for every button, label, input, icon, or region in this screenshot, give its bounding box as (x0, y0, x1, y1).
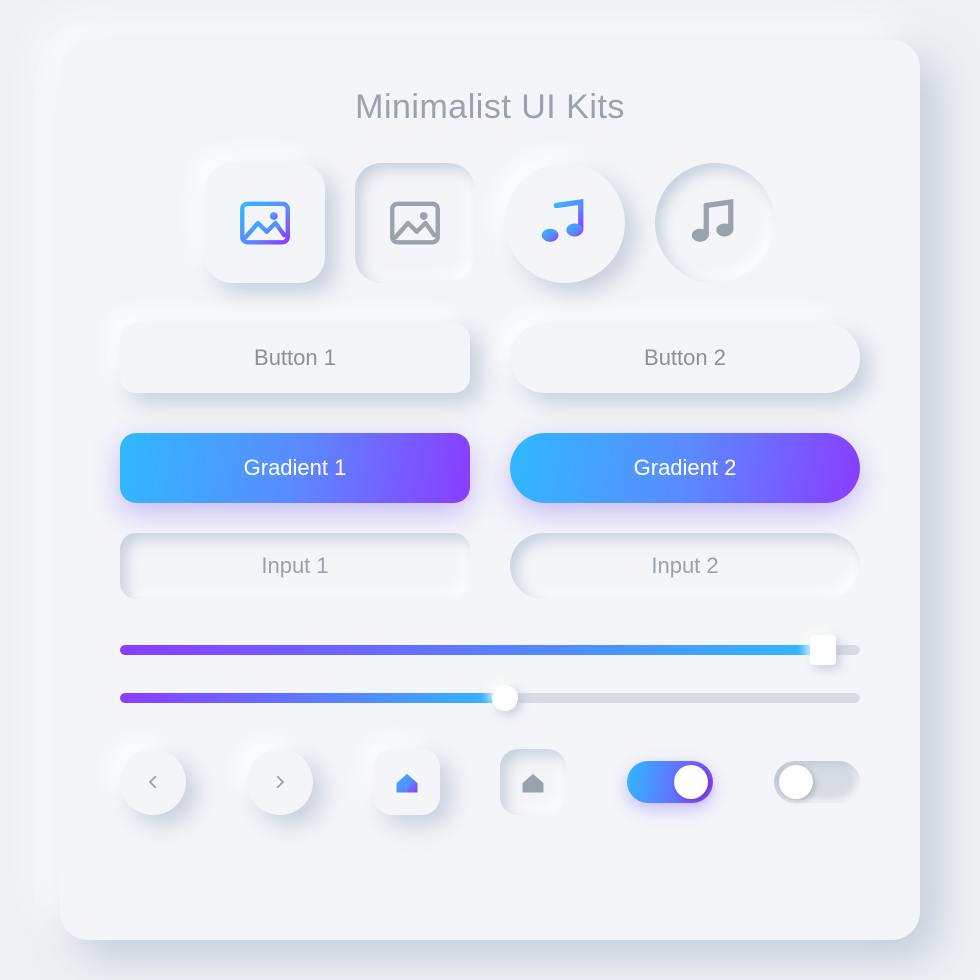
image-icon (387, 195, 443, 251)
music-button-gradient[interactable] (505, 163, 625, 283)
slider-2[interactable] (120, 693, 860, 703)
chevron-right-icon (271, 773, 289, 791)
slider-fill (120, 645, 823, 655)
music-button-muted[interactable] (655, 163, 775, 283)
image-button-muted[interactable] (355, 163, 475, 283)
home-button-inactive[interactable] (500, 749, 566, 815)
button-1[interactable]: Button 1 (120, 323, 470, 393)
slider-fill (120, 693, 505, 703)
input-2[interactable]: Input 2 (510, 533, 860, 599)
chevron-left-icon (144, 773, 162, 791)
toggle-off[interactable] (774, 761, 860, 803)
next-button[interactable] (247, 749, 313, 815)
gradient-button-2[interactable]: Gradient 2 (510, 433, 860, 503)
music-icon (537, 195, 593, 251)
icon-button-row (120, 163, 860, 283)
button-label: Button 1 (254, 345, 336, 371)
plain-button-row: Button 1 Button 2 (120, 323, 860, 393)
gradient-button-1[interactable]: Gradient 1 (120, 433, 470, 503)
gradient-button-row: Gradient 1 Gradient 2 (120, 433, 860, 503)
toggle-knob (674, 765, 708, 799)
slider-thumb-square[interactable] (810, 635, 836, 665)
toggle-knob (779, 765, 813, 799)
slider-group (120, 645, 860, 703)
home-button-active[interactable] (374, 749, 440, 815)
music-icon (687, 195, 743, 251)
home-icon (393, 768, 421, 796)
input-placeholder: Input 1 (261, 553, 328, 579)
button-label: Gradient 2 (634, 455, 737, 481)
input-row: Input 1 Input 2 (120, 533, 860, 599)
image-icon (237, 195, 293, 251)
button-label: Button 2 (644, 345, 726, 371)
bottom-controls (120, 749, 860, 815)
image-button-gradient[interactable] (205, 163, 325, 283)
slider-1[interactable] (120, 645, 860, 655)
button-label: Gradient 1 (244, 455, 347, 481)
button-2[interactable]: Button 2 (510, 323, 860, 393)
prev-button[interactable] (120, 749, 186, 815)
input-placeholder: Input 2 (651, 553, 718, 579)
toggle-on[interactable] (627, 761, 713, 803)
home-icon (519, 768, 547, 796)
slider-thumb-round[interactable] (492, 685, 518, 711)
page-title: Minimalist UI Kits (355, 88, 625, 127)
ui-kit-card: Minimalist UI Kits Button 1 (60, 40, 920, 940)
input-1[interactable]: Input 1 (120, 533, 470, 599)
